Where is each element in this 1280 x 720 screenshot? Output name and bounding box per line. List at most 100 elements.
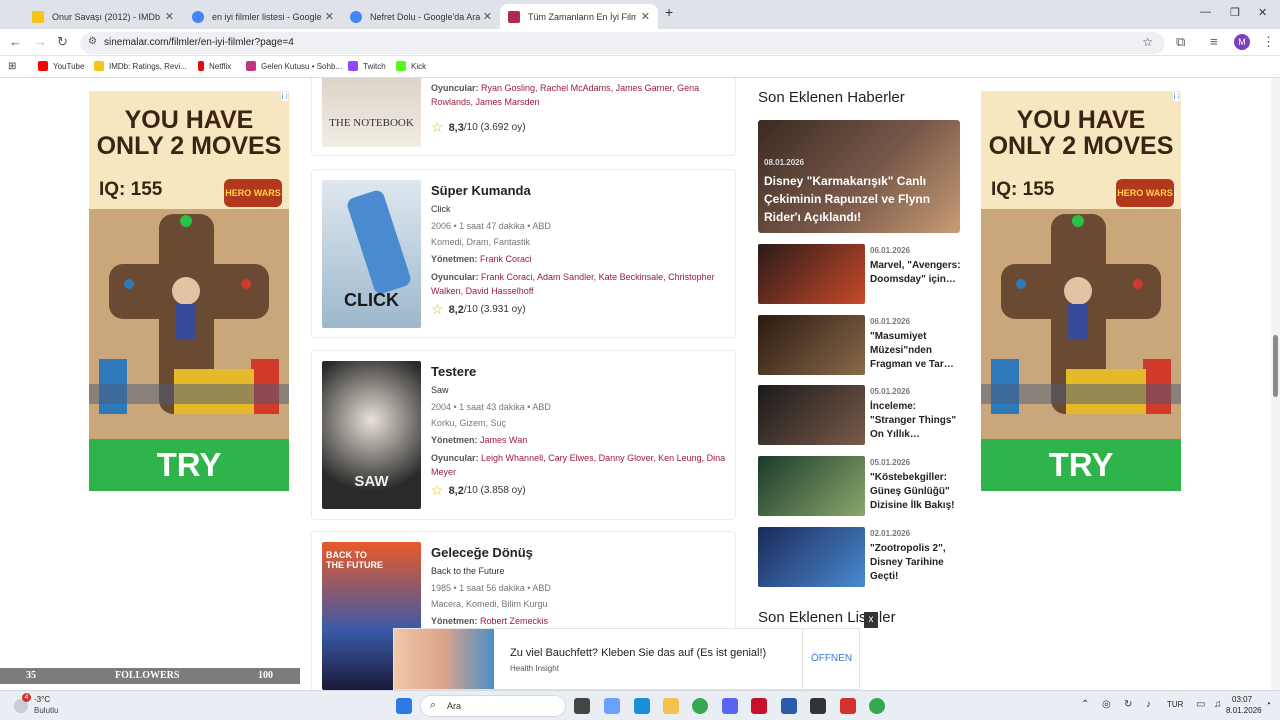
movie-title[interactable]: Geleceğe Dönüş [431,545,533,560]
followers-label: FOLLOWERS [115,670,180,681]
news-item[interactable]: 05.01.2026 "Köstebekgiller: Güneş Günlüğ… [758,456,960,516]
tab-imdb[interactable]: Onur Savaşı (2012) - IMDb ✕ [24,4,182,29]
profile-avatar[interactable]: M [1234,34,1250,50]
ad-iq: IQ: 155 [99,179,163,200]
cast-label: Oyuncular: [431,453,479,463]
bottom-ad[interactable]: Zu viel Bauchfett? Kleben Sie das auf (E… [393,628,860,690]
movie-genres: Korku, Gizem, Suç [431,418,507,428]
ad-try-button[interactable]: TRY [89,439,289,491]
windows-start-icon[interactable] [396,698,412,714]
discord-icon[interactable] [722,698,738,714]
app-icon[interactable] [840,698,856,714]
close-window-icon[interactable]: ✕ [1258,6,1267,19]
network-icon[interactable]: ▭ [1196,699,1205,710]
news-item[interactable]: 02.01.2026 "Zootropolis 2", Disney Tarih… [758,527,960,587]
edge-icon[interactable] [634,698,650,714]
bookmark-netflix[interactable]: Netflix [198,61,231,71]
hero-wars-logo: HERO WARS [1116,179,1174,207]
director-link[interactable]: Frank Coraci [480,254,532,264]
chrome-icon[interactable] [692,698,708,714]
site-info-icon[interactable]: ⚙ [88,36,97,47]
close-icon[interactable]: ✕ [483,10,492,23]
netflix-icon [198,61,204,71]
close-icon[interactable]: ✕ [325,10,334,23]
director-link[interactable]: James Wan [480,435,527,445]
tab-label: Nefret Dolu - Google'da Ara [370,11,481,22]
bookmark-instagram[interactable]: Gelen Kutusu • Sohb... [246,61,342,71]
news-title: Marvel, "Avengers: Doomsday" için… [870,260,961,285]
ad-close-button[interactable]: x [864,612,878,628]
language-indicator[interactable]: TUR [1167,700,1183,709]
movie-title[interactable]: Süper Kumanda [431,183,531,198]
app-icon[interactable] [810,698,826,714]
back-icon[interactable]: ← [9,34,22,49]
news-item[interactable]: 05.01.2026 İnceleme: "Stranger Things" O… [758,385,960,445]
tab-sinemalar[interactable]: Tüm Zamanların En İyi Filmleri ✕ [500,4,658,29]
right-ad-banner[interactable]: i ⁝ YOU HAVE ONLY 2 MOVES IQ: 155 HERO W… [981,91,1181,491]
bookmark-twitch[interactable]: Twitch [348,61,386,71]
news-item[interactable]: 06.01.2026 "Masumiyet Müzesi"nden Fragma… [758,315,960,375]
url-text: sinemalar.com/filmler/en-iyi-filmler?pag… [104,37,294,48]
task-view-icon[interactable] [574,698,590,714]
google-icon [192,10,204,23]
followers-bar: 35 FOLLOWERS 100 [0,668,300,684]
movie-director: Yönetmen: James Wan [431,435,527,445]
news-thumbnail [758,385,865,445]
taskbar-search[interactable]: ⌕ Ara [420,695,566,717]
menu-icon[interactable]: ⋮ [1262,34,1275,50]
news-date: 05.01.2026 [870,458,911,467]
calculator-icon[interactable] [781,698,797,714]
bookmark-star-icon[interactable]: ☆ [1142,35,1153,49]
bookmark-youtube[interactable]: YouTube [38,61,84,71]
microphone-icon[interactable]: ♪ [1146,699,1151,710]
news-item[interactable]: 06.01.2026 Marvel, "Avengers: Doomsday" … [758,244,961,304]
clock-time[interactable]: 03:07 [1232,695,1252,704]
movie-meta: 1985 • 1 saat 56 dakika • ABD [431,583,551,593]
ad-iq: IQ: 155 [991,179,1055,200]
reload-icon[interactable]: ↻ [57,34,68,50]
chrome-profile-icon[interactable] [869,698,885,714]
news-hero[interactable]: 08.01.2026 Disney "Karmakarışık" Canlı Ç… [758,120,960,233]
clock-date[interactable]: 8.01.2026 [1226,706,1262,715]
apps-icon[interactable]: ⊞ [8,61,16,72]
new-tab-button[interactable]: + [665,4,673,20]
ad-try-button[interactable]: TRY [981,439,1181,491]
ad-choices-icon[interactable]: i ⁝ [281,92,288,101]
minimize-icon[interactable]: — [1200,6,1211,18]
tab-google-nefret[interactable]: Nefret Dolu - Google'da Ara ✕ [342,4,500,29]
media-icon[interactable]: ≡ [1210,34,1218,49]
volume-icon[interactable]: ♫ [1214,699,1222,710]
movie-poster[interactable]: SAW [322,361,421,509]
app-icon[interactable] [751,698,767,714]
close-icon[interactable]: ✕ [641,10,650,23]
close-icon[interactable]: ✕ [165,10,174,23]
bookmark-kick[interactable]: Kick [396,61,426,71]
movie-poster[interactable]: THE NOTEBOOK [322,78,421,147]
kick-icon [396,61,406,71]
copilot-icon[interactable] [604,698,620,714]
director-link[interactable]: Robert Zemeckis [480,616,548,626]
movie-genres: Komedi, Dram, Fantastik [431,237,531,247]
tray-app-icon[interactable]: ◎ [1102,699,1111,710]
maximize-icon[interactable]: ❐ [1230,6,1240,19]
ad-choices-icon[interactable]: i ⁝ [1173,92,1180,101]
forward-icon[interactable]: → [34,34,47,49]
scrollbar[interactable] [1271,78,1280,690]
ad-open-button[interactable]: ÖFFNEN [802,629,860,689]
search-icon: ⌕ [430,699,437,711]
explorer-icon[interactable] [663,698,679,714]
notifications-icon[interactable]: ◔ [1265,699,1271,710]
left-ad-banner[interactable]: i ⁝ YOU HAVE ONLY 2 MOVES IQ: 155 HERO W… [89,91,289,491]
ad-headline: YOU HAVE ONLY 2 MOVES [988,106,1174,160]
movie-title[interactable]: Testere [431,364,476,379]
hero-wars-logo: HERO WARS [224,179,282,207]
url-field[interactable]: ⚙ sinemalar.com/filmler/en-iyi-filmler?p… [80,32,1165,54]
bookmark-imdb[interactable]: IMDb: Ratings, Revi... [94,61,187,71]
scrollbar-thumb[interactable] [1273,335,1278,397]
tab-google-list[interactable]: en iyi filmler listesi - Google'da ✕ [184,4,342,29]
movie-poster[interactable]: CLICK [322,180,421,328]
tray-chevron-icon[interactable]: ⌃ [1081,699,1089,710]
tray-sync-icon[interactable]: ↻ [1124,699,1132,710]
extensions-icon[interactable]: ⧉ [1176,34,1185,50]
movie-card: SAW Testere Saw 2004 • 1 saat 43 dakika … [311,350,736,520]
